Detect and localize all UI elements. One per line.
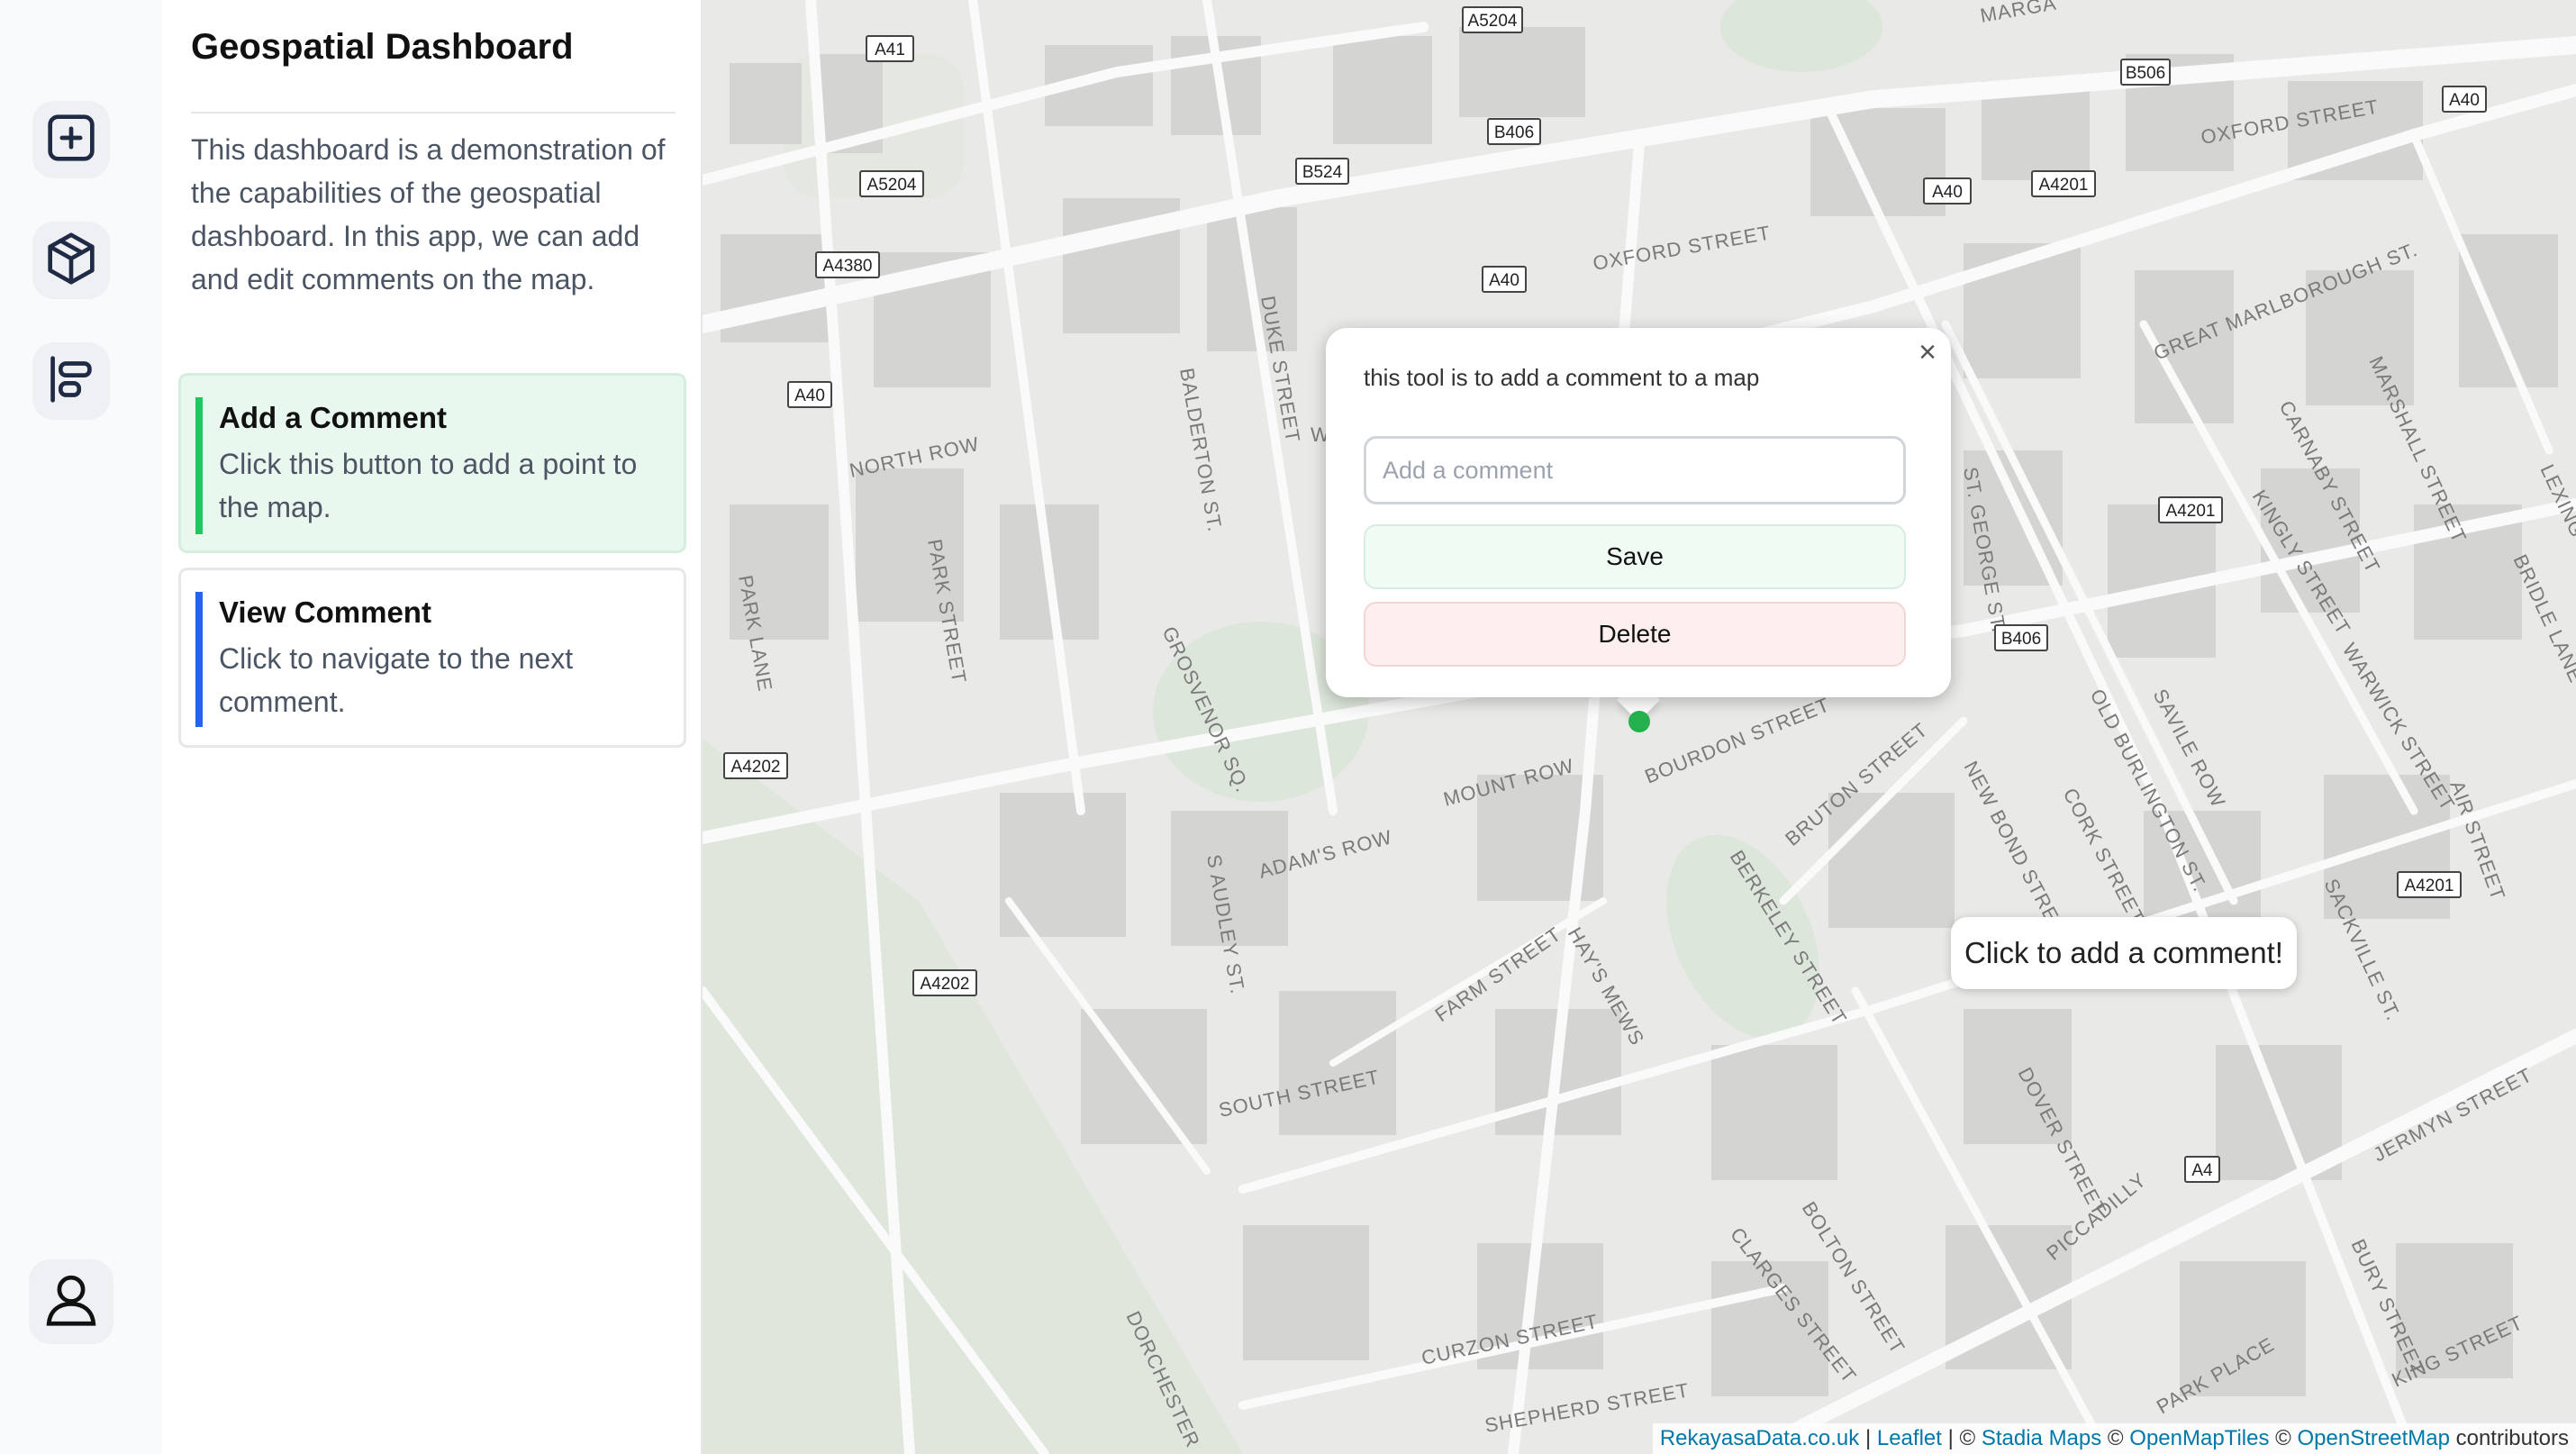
road-shield-label: A4380 [823, 257, 873, 276]
road-shield-label: B406 [1494, 123, 1534, 142]
3d-view-rail-button[interactable] [32, 222, 110, 299]
street-label: MARGA [1979, 0, 2059, 27]
street-label: CORK STREET [2059, 785, 2150, 929]
panel-description: This dashboard is a demonstration of the… [191, 133, 666, 295]
side-panel: Geospatial Dashboard This dashboard is a… [162, 0, 703, 1454]
road-shield-label: A40 [1489, 271, 1519, 290]
attribution-link[interactable]: OpenMapTiles [2129, 1426, 2269, 1450]
road-shield-label: A4202 [921, 975, 970, 994]
comment-marker[interactable] [1628, 711, 1650, 732]
road-shield-label: A5204 [867, 176, 917, 195]
attribution-link[interactable]: Stadia Maps [1982, 1426, 2101, 1450]
save-button[interactable]: Save [1364, 524, 1906, 589]
attribution-link[interactable]: Leaflet [1877, 1426, 1942, 1450]
attribution-suffix: contributors [2449, 1426, 2569, 1450]
add-comment-tooltip: Click to add a comment! [1951, 917, 2297, 989]
add-comment-card[interactable]: Add a Comment Click this button to add a… [178, 373, 686, 553]
road-shield-label: A40 [1932, 183, 1963, 202]
box-3d-icon [40, 227, 103, 295]
card-description: Click this button to add a point to the … [219, 448, 638, 523]
card-accent-bar [195, 592, 203, 727]
attribution-separator: | [1859, 1426, 1877, 1450]
layers-rail-button[interactable] [32, 342, 110, 420]
road-shield-label: A40 [794, 386, 825, 405]
card-title: Add a Comment [219, 401, 448, 434]
street-label: BOURDON STREET [1642, 693, 1834, 787]
road-shield-label: A4201 [2039, 176, 2089, 195]
align-left-icon [40, 348, 103, 415]
card-title: View Comment [219, 595, 431, 629]
road-shield-label: A4202 [731, 758, 781, 777]
street-label: LEXING [2535, 461, 2576, 541]
attribution-link[interactable]: OpenStreetMap [2298, 1426, 2450, 1450]
add-comment-rail-button[interactable] [32, 101, 110, 178]
map-canvas[interactable]: OXFORD STREET OXFORD STREET GREAT MARLBO… [703, 0, 2576, 1454]
road-shield-label: B524 [1302, 163, 1343, 182]
road-shield-label: B406 [2001, 630, 2041, 649]
add-square-icon [40, 106, 103, 174]
card-accent-bar [195, 397, 203, 534]
card-description: Click to navigate to the next comment. [219, 642, 574, 718]
road-shield-label: A4201 [2166, 502, 2216, 521]
map-attribution: RekayasaData.co.uk | Leaflet | © Stadia … [1652, 1423, 2576, 1454]
street-label: BALDERTON ST. [1175, 367, 1227, 534]
road-shield-label: A5204 [1468, 12, 1518, 31]
road-shield-label: A4201 [2405, 877, 2454, 895]
user-icon [40, 1268, 103, 1336]
view-comment-card[interactable]: View Comment Click to navigate to the ne… [178, 568, 686, 748]
divider [191, 112, 676, 114]
icon-sidebar [0, 0, 162, 1454]
road-shield-label: B506 [2126, 64, 2165, 83]
attribution-link[interactable]: RekayasaData.co.uk [1660, 1426, 1859, 1450]
road-shield-label: A4 [2191, 1161, 2213, 1180]
comment-popup: × this tool is to add a comment to a map… [1326, 328, 1951, 697]
street-label: OXFORD STREET [1592, 222, 1773, 275]
profile-button[interactable] [29, 1259, 113, 1344]
attribution-separator: © [2269, 1426, 2298, 1450]
attribution-separator: | © [1941, 1426, 1982, 1450]
page-title: Geospatial Dashboard [191, 27, 574, 67]
comment-input[interactable] [1364, 436, 1906, 504]
road-shield-label: A40 [2449, 91, 2480, 110]
popup-description: this tool is to add a comment to a map [1364, 364, 1760, 391]
road-shield-label: A41 [875, 41, 905, 59]
street-label: JERMYN STREET [2370, 1063, 2536, 1166]
delete-button[interactable]: Delete [1364, 602, 1906, 667]
close-icon[interactable]: × [1918, 337, 1937, 368]
attribution-separator: © [2101, 1426, 2130, 1450]
